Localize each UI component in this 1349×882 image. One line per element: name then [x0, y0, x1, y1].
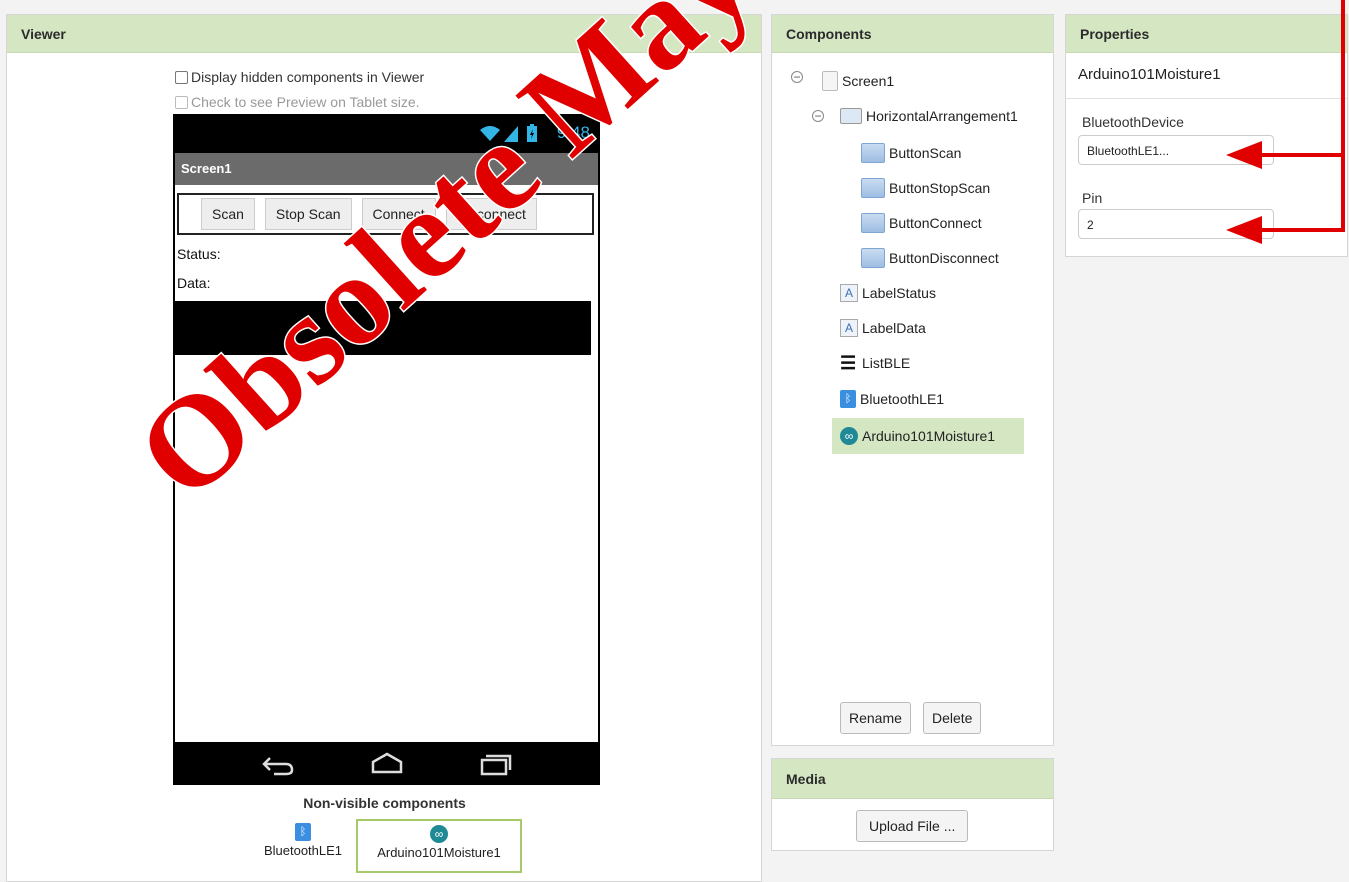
upload-file-button[interactable]: Upload File ...: [856, 810, 969, 842]
checkbox-box[interactable]: [175, 95, 188, 109]
signal-icon: [504, 126, 518, 142]
tree-item-label: Arduino101Moisture1: [862, 428, 996, 444]
phone-screen: Scan Stop Scan Connect Disconnect Status…: [175, 185, 598, 742]
phone-preview: 9:48 Screen1 Scan Stop Scan Connect Disc…: [173, 114, 600, 785]
viewer-header: Viewer: [7, 15, 761, 53]
arduino-icon: ∞: [430, 825, 448, 843]
bluetooth-device-field[interactable]: BluetoothLE1...: [1078, 135, 1274, 165]
battery-icon: [527, 124, 537, 142]
nonvisible-label: BluetoothLE1: [263, 843, 343, 858]
rename-button[interactable]: Rename: [840, 702, 911, 734]
button-icon: [861, 248, 885, 268]
wifi-icon: [480, 126, 500, 141]
tree-item-arduino101moisture1[interactable]: ∞ Arduino101Moisture1: [832, 418, 1024, 454]
horizontal-arrangement-icon: [840, 108, 862, 124]
collapse-harr-toggle[interactable]: −: [812, 110, 824, 122]
tree-item-label: LabelStatus: [862, 285, 936, 301]
recent-apps-icon: [480, 754, 511, 775]
display-hidden-checkbox[interactable]: Display hidden components in Viewer: [175, 69, 424, 85]
tree-item-label: ListBLE: [862, 355, 911, 371]
bluetooth-device-label: BluetoothDevice: [1082, 114, 1184, 130]
media-panel: Media Upload File ...: [771, 758, 1054, 851]
media-header: Media: [772, 759, 1053, 799]
tree-item-buttonstopscan[interactable]: ButtonStopScan: [861, 178, 990, 198]
phone-nav-bar: [173, 742, 600, 785]
nonvisible-label: Arduino101Moisture1: [377, 845, 501, 860]
tree-item-labelstatus[interactable]: A LabelStatus: [840, 284, 936, 302]
status-icons: [478, 124, 538, 142]
horizontal-arrangement[interactable]: Scan Stop Scan Connect Disconnect: [177, 193, 594, 235]
divider: [1066, 98, 1347, 99]
screen-title-bar: Screen1: [175, 153, 598, 185]
tree-item-label: ButtonScan: [889, 145, 962, 161]
list-ble[interactable]: [175, 301, 591, 355]
disconnect-button[interactable]: Disconnect: [445, 198, 537, 230]
tree-item-buttonconnect[interactable]: ButtonConnect: [861, 213, 982, 233]
collapse-screen1-toggle[interactable]: −: [791, 71, 803, 83]
pin-label: Pin: [1082, 190, 1103, 206]
status-time: 9:48: [556, 123, 590, 142]
tree-item-label: ButtonDisconnect: [889, 250, 999, 266]
properties-panel: Properties Arduino101Moisture1 Bluetooth…: [1065, 14, 1348, 257]
button-icon: [861, 213, 885, 233]
components-header: Components: [772, 15, 1053, 53]
arduino-icon: ∞: [840, 427, 858, 445]
viewer-panel: Viewer Display hidden components in View…: [6, 14, 762, 882]
nonvisible-bluetoothle[interactable]: ᛒ BluetoothLE1: [251, 823, 355, 858]
label-icon: A: [840, 319, 858, 337]
bluetooth-icon: ᛒ: [840, 390, 856, 408]
tree-item-label: BluetoothLE1: [860, 391, 945, 407]
tree-item-screen1[interactable]: Screen1: [822, 71, 894, 91]
tree-item-label: LabelData: [862, 320, 926, 336]
tree-item-label: Screen1: [842, 73, 895, 89]
scan-button[interactable]: Scan: [201, 198, 255, 230]
tree-item-label: ButtonStopScan: [889, 180, 991, 196]
connect-button[interactable]: Connect: [361, 198, 436, 230]
status-label[interactable]: Status:: [177, 246, 221, 262]
nonvisible-components-title: Non-visible components: [303, 795, 466, 811]
tree-item-horizontalarrangement1[interactable]: HorizontalArrangement1: [840, 108, 1018, 124]
screen-icon: [822, 71, 838, 91]
tree-item-buttonscan[interactable]: ButtonScan: [861, 143, 961, 163]
tree-item-label: HorizontalArrangement1: [866, 108, 1018, 124]
properties-header: Properties: [1066, 15, 1347, 53]
home-icon: [371, 752, 402, 773]
tree-item-labeldata[interactable]: A LabelData: [840, 319, 926, 337]
bluetooth-icon: ᛒ: [295, 823, 311, 841]
tree-item-listble[interactable]: ☰ ListBLE: [840, 353, 911, 373]
back-icon: [261, 756, 293, 775]
property-component-name: Arduino101Moisture1: [1078, 66, 1221, 83]
phone-status-bar: 9:48: [173, 114, 600, 152]
button-icon: [861, 143, 885, 163]
pin-field[interactable]: 2: [1078, 209, 1274, 239]
label-icon: A: [840, 284, 858, 302]
data-label[interactable]: Data:: [177, 275, 210, 291]
tree-item-buttondisconnect[interactable]: ButtonDisconnect: [861, 248, 999, 268]
button-icon: [861, 178, 885, 198]
listview-icon: ☰: [840, 353, 857, 373]
delete-button[interactable]: Delete: [923, 702, 982, 734]
components-panel: Components − Screen1 − HorizontalArrange…: [771, 14, 1054, 746]
display-hidden-label: Display hidden components in Viewer: [191, 69, 425, 85]
stop-scan-button[interactable]: Stop Scan: [264, 198, 352, 230]
checkbox-box[interactable]: [175, 70, 188, 84]
tablet-preview-checkbox[interactable]: Check to see Preview on Tablet size.: [175, 94, 420, 110]
nonvisible-arduino[interactable]: ∞ Arduino101Moisture1: [356, 819, 522, 873]
tablet-preview-label: Check to see Preview on Tablet size.: [191, 94, 420, 110]
tree-item-label: ButtonConnect: [889, 215, 982, 231]
tree-item-bluetoothle1[interactable]: ᛒ BluetoothLE1: [840, 390, 944, 408]
